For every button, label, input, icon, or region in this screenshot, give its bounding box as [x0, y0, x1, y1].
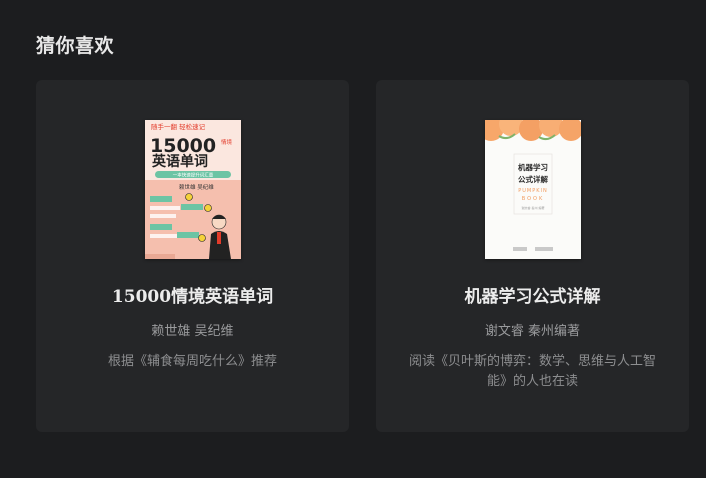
book-cover-art: 机器学习 公式详解 PUMPKIN BOOK 谢文睿 秦州 编著	[485, 120, 581, 259]
cover-number-badge	[204, 204, 212, 212]
book-cover[interactable]: 机器学习 公式详解 PUMPKIN BOOK 谢文睿 秦州 编著	[485, 120, 581, 259]
cover-word-block	[150, 196, 172, 202]
cover-word-block	[181, 204, 203, 210]
cover-subtitle-line1: PUMPKIN	[518, 188, 548, 194]
cover-word-block	[150, 234, 178, 238]
cover-word-block	[150, 224, 172, 230]
cover-publisher-logo	[535, 247, 553, 251]
cover-figure-tie	[217, 232, 221, 244]
cover-title-line2: 公式详解	[518, 174, 548, 184]
cover-word-block	[150, 206, 180, 210]
cover-side-text: 情境	[221, 138, 233, 146]
cover-word-block	[150, 214, 176, 218]
book-title[interactable]: 15000情境英语单词	[36, 285, 349, 309]
cover-main-title: 英语单词	[151, 153, 208, 170]
cover-number-badge	[185, 193, 193, 201]
recommendation-reason: 根据《辅食每周吃什么》推荐	[107, 354, 277, 369]
cover-authors: 谢文睿 秦州 编著	[522, 205, 545, 210]
cover-publisher-strip	[145, 254, 175, 259]
book-author: 赖世雄 吴纪维	[151, 324, 234, 339]
book-author: 谢文睿 秦州编著	[484, 324, 581, 339]
book-card[interactable]: 机器学习 公式详解 PUMPKIN BOOK 谢文睿 秦州 编著 机器学习公式详…	[376, 80, 689, 432]
book-title[interactable]: 机器学习公式详解	[376, 285, 689, 309]
cover-banner-text: 一本快速提升词汇量	[173, 172, 214, 179]
cover-word-block	[177, 232, 199, 238]
cover-number-badge	[198, 234, 206, 242]
cover-title-line1: 机器学习	[518, 162, 548, 172]
book-cover-art: 随手一翻 轻松速记 15000 情境 英语单词 一本快速提升词汇量 赖世雄 吴纪…	[145, 120, 241, 259]
cover-publisher-logo	[513, 247, 527, 251]
recommendation-panel: 猜你喜欢 随手一翻 轻松速记 15000 情境 英语单词 一本快速提升词汇量 赖…	[0, 0, 706, 478]
book-card[interactable]: 随手一翻 轻松速记 15000 情境 英语单词 一本快速提升词汇量 赖世雄 吴纪…	[36, 80, 349, 432]
cover-authors: 赖世雄 吴纪维	[179, 183, 214, 191]
section-title: 猜你喜欢	[36, 35, 115, 57]
cover-top-line: 随手一翻 轻松速记	[151, 122, 206, 131]
recommendation-reason: 阅读《贝叶斯的博弈：数学、思维与人工智能》的人也在读	[408, 354, 656, 389]
book-cover[interactable]: 随手一翻 轻松速记 15000 情境 英语单词 一本快速提升词汇量 赖世雄 吴纪…	[145, 120, 241, 259]
cover-subtitle-line2: BOOK	[522, 196, 545, 202]
